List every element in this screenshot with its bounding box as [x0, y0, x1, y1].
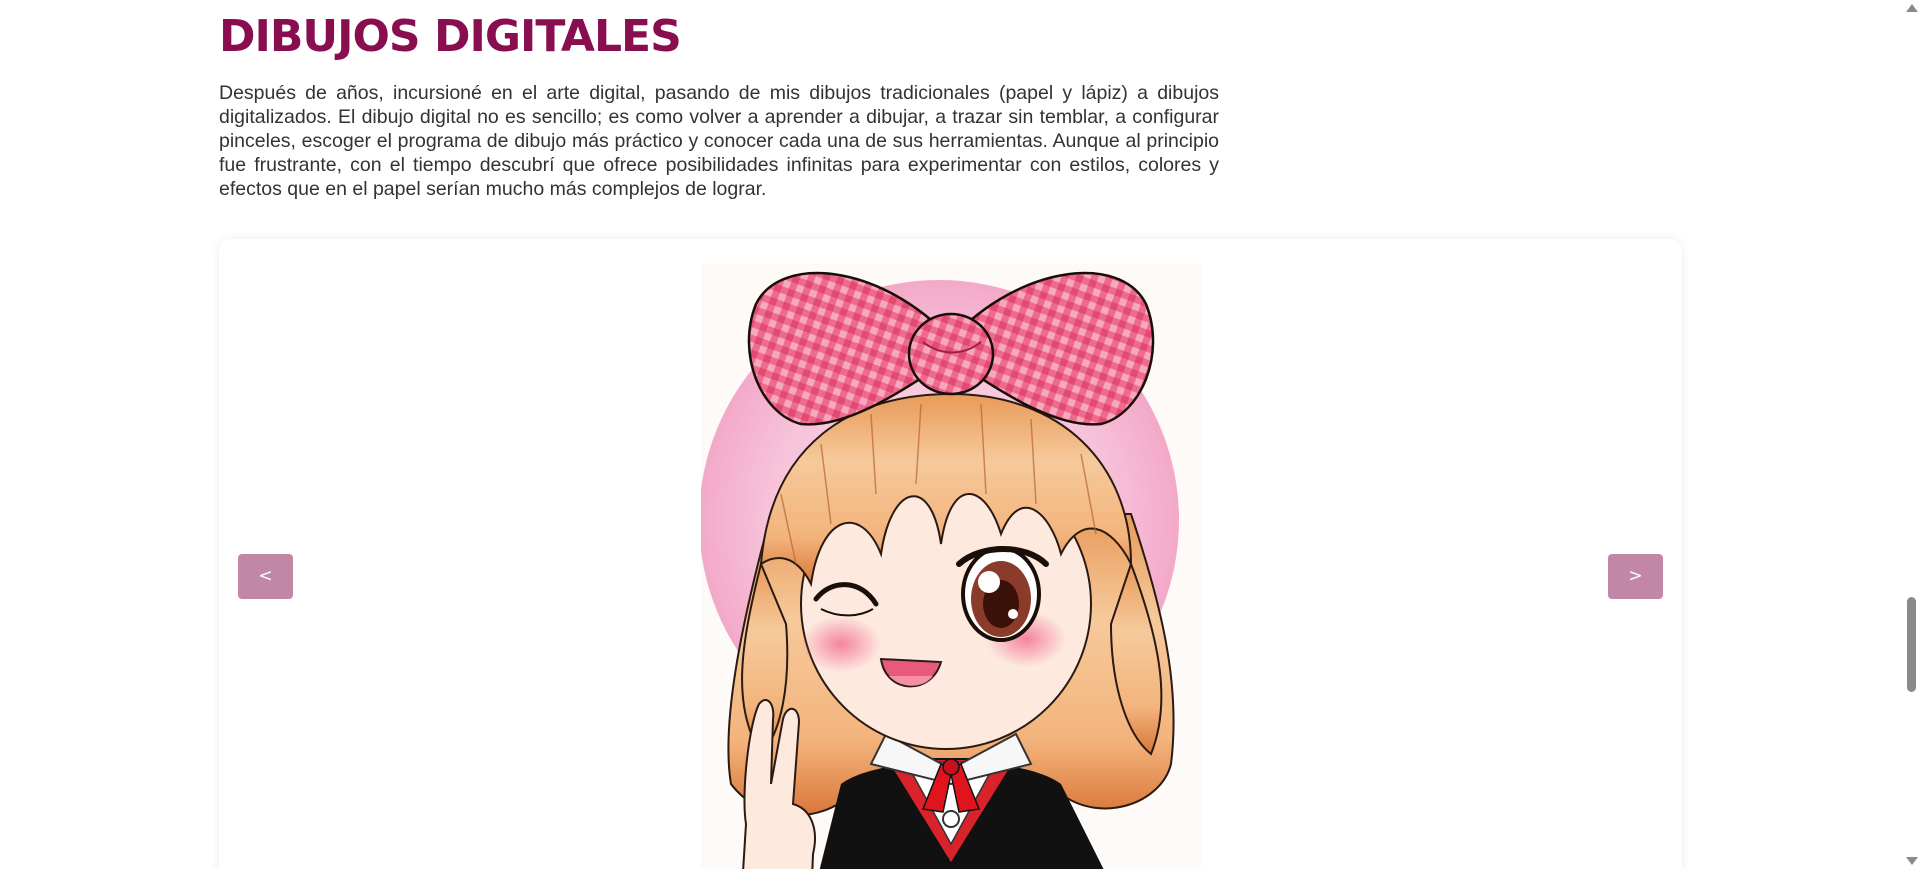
page: DIBUJOS DIGITALES Después de años, incur… [0, 0, 1920, 869]
scrollbar-thumb[interactable] [1907, 597, 1916, 692]
carousel-image[interactable] [701, 264, 1201, 869]
vertical-scrollbar[interactable] [1903, 0, 1920, 869]
chibi-girl-drawing [701, 271, 1179, 869]
section-title: DIBUJOS DIGITALES [219, 11, 682, 62]
section-description: Después de años, incursioné en el arte d… [219, 82, 1219, 200]
scroll-down-arrow-icon[interactable] [1906, 857, 1918, 865]
image-carousel: < > [219, 239, 1682, 869]
carousel-prev-button[interactable]: < [238, 554, 293, 599]
scroll-up-arrow-icon[interactable] [1906, 4, 1918, 12]
carousel-next-button[interactable]: > [1608, 554, 1663, 599]
